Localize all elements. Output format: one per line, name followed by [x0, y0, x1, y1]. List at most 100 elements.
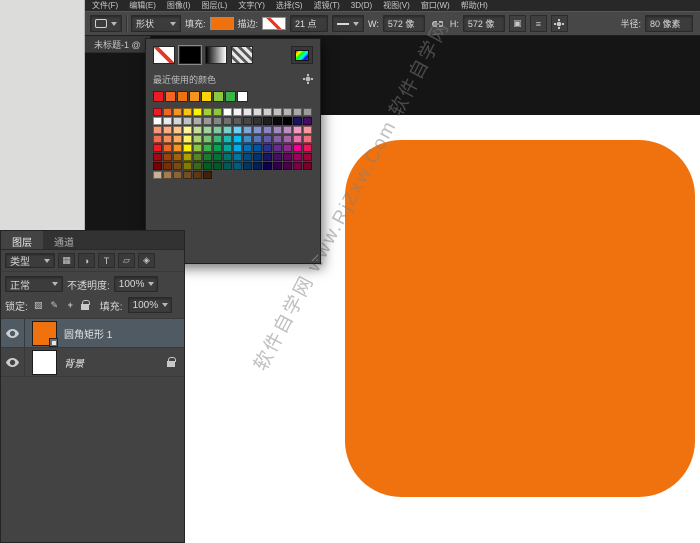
color-swatch[interactable]: [283, 117, 292, 125]
color-swatch[interactable]: [293, 126, 302, 134]
path-arrange-icon[interactable]: [551, 15, 568, 32]
color-swatch[interactable]: [233, 117, 242, 125]
pattern-button[interactable]: [231, 46, 253, 64]
color-swatch[interactable]: [263, 162, 272, 170]
link-dimensions-icon[interactable]: [429, 15, 446, 32]
menu-file[interactable]: 文件(F): [92, 0, 118, 11]
color-swatch[interactable]: [193, 171, 202, 179]
color-swatch[interactable]: [253, 162, 262, 170]
lock-paint-icon[interactable]: ✎: [49, 300, 60, 311]
color-swatch[interactable]: [213, 135, 222, 143]
color-swatch[interactable]: [273, 153, 282, 161]
no-color-button[interactable]: [153, 46, 175, 64]
color-swatch[interactable]: [303, 153, 312, 161]
layer-thumbnail[interactable]: [32, 350, 57, 375]
color-swatch[interactable]: [243, 153, 252, 161]
menu-help[interactable]: 帮助(H): [461, 0, 488, 11]
recent-color-swatch[interactable]: [225, 91, 236, 102]
lock-transparency-icon[interactable]: ▨: [33, 300, 44, 311]
tab-layers[interactable]: 图层: [1, 231, 43, 249]
solid-color-button[interactable]: [179, 46, 201, 64]
lock-all-icon[interactable]: [81, 304, 89, 310]
color-swatch[interactable]: [293, 144, 302, 152]
color-swatch[interactable]: [153, 171, 162, 179]
color-swatch[interactable]: [173, 117, 182, 125]
rounded-rectangle-shape[interactable]: [345, 140, 695, 497]
color-swatch[interactable]: [263, 117, 272, 125]
layer-thumbnail[interactable]: [32, 321, 57, 346]
color-swatch[interactable]: [283, 135, 292, 143]
color-swatch[interactable]: [213, 144, 222, 152]
color-swatch[interactable]: [163, 162, 172, 170]
color-swatch[interactable]: [283, 153, 292, 161]
color-swatch[interactable]: [183, 171, 192, 179]
color-swatch[interactable]: [293, 135, 302, 143]
color-swatch[interactable]: [203, 171, 212, 179]
color-swatch[interactable]: [223, 144, 232, 152]
color-swatch[interactable]: [283, 144, 292, 152]
color-swatch[interactable]: [203, 162, 212, 170]
color-swatch[interactable]: [213, 117, 222, 125]
color-swatch[interactable]: [233, 135, 242, 143]
color-swatch[interactable]: [253, 117, 262, 125]
filter-adjustment-layers-icon[interactable]: ◑: [78, 253, 95, 268]
color-swatch[interactable]: [183, 153, 192, 161]
menu-window[interactable]: 窗口(W): [421, 0, 450, 11]
color-swatch[interactable]: [233, 108, 242, 116]
recent-color-swatch[interactable]: [165, 91, 176, 102]
color-swatch[interactable]: [283, 108, 292, 116]
filter-shape-layers-icon[interactable]: ▱: [118, 253, 135, 268]
layer-row-rounded-rectangle[interactable]: 圆角矩形 1: [1, 319, 184, 348]
color-swatch[interactable]: [273, 135, 282, 143]
color-swatch[interactable]: [153, 162, 162, 170]
color-swatch[interactable]: [233, 144, 242, 152]
path-alignment-icon[interactable]: ≡: [530, 15, 547, 32]
layer-row-background[interactable]: 背景: [1, 348, 184, 377]
color-swatch[interactable]: [223, 162, 232, 170]
stroke-style-dropdown[interactable]: [332, 15, 364, 32]
color-swatch[interactable]: [173, 171, 182, 179]
resize-handle[interactable]: [309, 252, 318, 261]
layer-name[interactable]: 背景: [64, 355, 84, 370]
color-swatch[interactable]: [303, 126, 312, 134]
gear-icon[interactable]: [303, 74, 313, 86]
color-swatch[interactable]: [193, 135, 202, 143]
color-swatch[interactable]: [153, 117, 162, 125]
stroke-color-swatch[interactable]: [262, 17, 286, 30]
color-swatch[interactable]: [163, 144, 172, 152]
color-swatch[interactable]: [273, 144, 282, 152]
color-swatch[interactable]: [153, 135, 162, 143]
color-swatch[interactable]: [193, 144, 202, 152]
color-swatch[interactable]: [263, 153, 272, 161]
width-field[interactable]: 572 像: [383, 15, 425, 32]
tab-channels[interactable]: 通道: [43, 231, 85, 249]
color-swatch[interactable]: [293, 117, 302, 125]
filter-smart-objects-icon[interactable]: ◈: [138, 253, 155, 268]
color-swatch[interactable]: [173, 153, 182, 161]
color-swatch[interactable]: [163, 126, 172, 134]
color-swatch[interactable]: [163, 171, 172, 179]
color-swatch[interactable]: [263, 135, 272, 143]
color-swatch[interactable]: [233, 153, 242, 161]
menu-3d[interactable]: 3D(D): [351, 1, 372, 10]
color-swatch[interactable]: [193, 126, 202, 134]
tool-preset-dropdown[interactable]: [90, 15, 122, 32]
blend-mode-dropdown[interactable]: 正常: [5, 276, 63, 292]
recent-color-swatch[interactable]: [213, 91, 224, 102]
color-swatch[interactable]: [163, 117, 172, 125]
color-swatch[interactable]: [243, 117, 252, 125]
color-swatch[interactable]: [273, 108, 282, 116]
document-tab[interactable]: 未标题-1 @: [85, 36, 151, 53]
color-swatch[interactable]: [163, 153, 172, 161]
color-swatch[interactable]: [193, 153, 202, 161]
filter-type-layers-icon[interactable]: T: [98, 253, 115, 268]
color-swatch[interactable]: [173, 108, 182, 116]
color-swatch[interactable]: [263, 108, 272, 116]
menu-image[interactable]: 图像(I): [167, 0, 191, 11]
color-swatch[interactable]: [213, 162, 222, 170]
recent-color-swatch[interactable]: [201, 91, 212, 102]
color-swatch[interactable]: [253, 153, 262, 161]
color-swatch[interactable]: [223, 126, 232, 134]
recent-color-swatch[interactable]: [153, 91, 164, 102]
visibility-eye-icon[interactable]: [1, 319, 25, 347]
